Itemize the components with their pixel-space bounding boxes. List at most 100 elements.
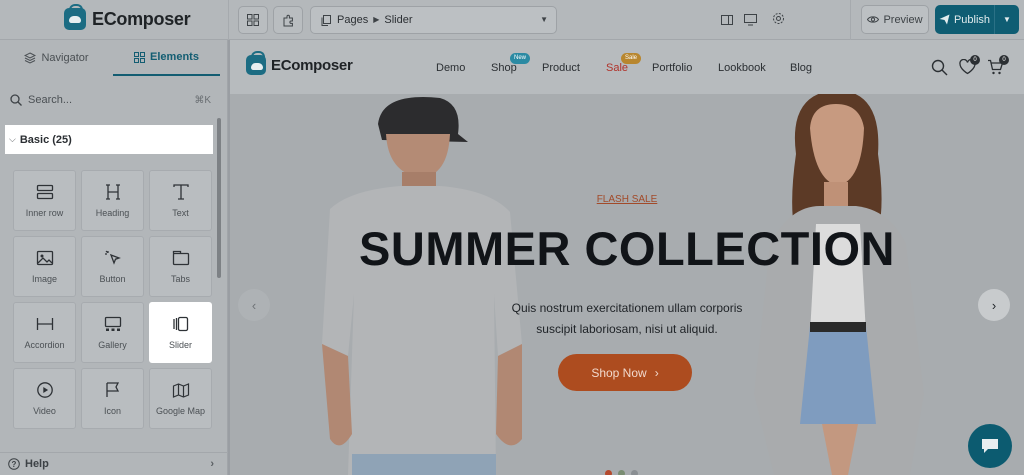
nav-lookbook[interactable]: Lookbook xyxy=(718,62,766,74)
element-text[interactable]: Text xyxy=(149,170,212,231)
element-tabs[interactable]: Tabs xyxy=(149,236,212,297)
element-video[interactable]: Video xyxy=(13,368,76,429)
element-button[interactable]: Button xyxy=(81,236,144,297)
element-gallery[interactable]: Gallery xyxy=(81,302,144,363)
cart-count: 0 xyxy=(999,55,1009,65)
nav-portfolio[interactable]: Portfolio xyxy=(652,62,692,74)
element-label: Heading xyxy=(95,208,130,218)
text-icon xyxy=(172,184,189,200)
tab-navigator[interactable]: Navigator xyxy=(0,40,113,76)
slider-dot[interactable] xyxy=(631,470,638,475)
caret-right-icon: ▶ xyxy=(373,15,380,24)
search-icon[interactable] xyxy=(931,59,948,76)
tab-elements[interactable]: Elements xyxy=(113,40,220,76)
model-woman-image xyxy=(754,94,924,475)
element-label: Image xyxy=(31,274,57,284)
extensions-button[interactable] xyxy=(273,6,303,34)
gear-icon xyxy=(773,13,784,24)
publish-button-group: Publish ▼ xyxy=(935,5,1019,34)
preview-button[interactable]: Preview xyxy=(861,5,929,34)
page-path: Pages xyxy=(337,14,369,26)
elements-sidebar: Navigator Elements Search... ⌘K ⌵ Basic … xyxy=(0,40,228,475)
slider-dots xyxy=(605,470,638,475)
category-label: Basic (25) xyxy=(19,133,72,146)
element-label: Icon xyxy=(103,406,121,416)
layout-grid-button[interactable] xyxy=(238,6,268,34)
desktop-view-button[interactable] xyxy=(744,13,757,31)
divider xyxy=(228,0,229,40)
search-shortcut: ⌘K xyxy=(194,94,211,106)
eye-icon xyxy=(867,16,880,23)
search-placeholder: Search... xyxy=(28,94,73,106)
element-heading[interactable]: Heading xyxy=(81,170,144,231)
element-label: Gallery xyxy=(98,340,127,350)
nav-product[interactable]: Product xyxy=(542,62,580,74)
nav-demo[interactable]: Demo xyxy=(436,62,465,74)
shop-now-button[interactable]: Shop Now › xyxy=(558,354,692,391)
category-basic[interactable]: ⌵ Basic (25) xyxy=(5,125,213,154)
app-name: EComposer xyxy=(92,8,191,29)
element-search[interactable]: Search... ⌘K xyxy=(10,90,215,110)
chevron-right-icon: › xyxy=(654,365,659,380)
hero-slider: FLASH SALE SUMMER COLLECTION Quis nostru… xyxy=(230,94,1024,475)
layout-side-icon xyxy=(721,15,733,25)
send-icon xyxy=(939,14,950,25)
flash-sale-label[interactable]: FLASH SALE xyxy=(230,194,1024,205)
wishlist-count: 0 xyxy=(970,55,980,65)
chevron-down-icon: ⌵ xyxy=(9,134,16,144)
slider-dot[interactable] xyxy=(605,470,612,475)
slider-dot[interactable] xyxy=(618,470,625,475)
element-icon[interactable]: Icon xyxy=(81,368,144,429)
divider xyxy=(850,0,851,40)
hero-headline: SUMMER COLLECTION xyxy=(359,222,895,275)
nav-blog[interactable]: Blog xyxy=(790,62,812,74)
publish-dropdown-button[interactable]: ▼ xyxy=(995,15,1019,24)
slider-next-button[interactable]: › xyxy=(978,289,1010,321)
element-label: Text xyxy=(172,208,189,218)
element-accordion[interactable]: Accordion xyxy=(13,302,76,363)
site-logo-text: EComposer xyxy=(271,56,353,74)
settings-button[interactable] xyxy=(772,12,785,30)
image-icon xyxy=(36,250,53,266)
layers-icon xyxy=(24,52,37,64)
pages-icon xyxy=(321,14,331,26)
element-inner-row[interactable]: Inner row xyxy=(13,170,76,231)
element-label: Inner row xyxy=(25,208,64,218)
gallery-icon xyxy=(104,316,121,331)
chat-button[interactable] xyxy=(968,424,1012,468)
publish-label: Publish xyxy=(953,13,991,26)
nav-shop[interactable]: Shop xyxy=(491,62,517,74)
slider-prev-button[interactable]: ‹ xyxy=(238,289,270,321)
page-selector[interactable]: Pages ▶ Slider ▼ xyxy=(310,6,557,34)
monitor-icon xyxy=(744,14,757,26)
sidebar-scrollbar[interactable] xyxy=(217,118,221,278)
hero-subtext-line: Quis nostrum exercitationem ullam corpor… xyxy=(511,301,743,315)
tablet-view-button[interactable] xyxy=(721,13,733,31)
video-icon xyxy=(36,382,53,398)
slider-icon xyxy=(172,316,188,332)
site-logo[interactable]: EComposer xyxy=(246,51,353,75)
hero-subtext-line: suscipit laboriosam, nisi ut aliquid. xyxy=(536,322,718,336)
publish-button[interactable]: Publish xyxy=(935,5,995,34)
button-icon xyxy=(104,250,121,265)
help-label: Help xyxy=(25,458,49,470)
element-slider[interactable]: Slider xyxy=(149,302,212,363)
chevron-down-icon: ▼ xyxy=(540,15,548,24)
help-link[interactable]: ? Help › xyxy=(0,452,228,475)
shop-now-label: Shop Now xyxy=(591,365,647,380)
element-label: Google Map xyxy=(155,406,206,416)
element-label: Accordion xyxy=(24,340,65,350)
chat-bubble-icon xyxy=(982,439,998,453)
elements-grid-icon xyxy=(134,51,146,63)
chevron-right-icon: › xyxy=(991,297,997,313)
map-icon xyxy=(172,383,189,398)
sidebar-tabs: Navigator Elements xyxy=(0,40,228,76)
tabs-icon xyxy=(172,250,189,266)
logo-bag-icon xyxy=(246,51,266,75)
top-toolbar: EComposer Pages ▶ Slider ▼ Preview Publi… xyxy=(0,0,1024,40)
element-google-map[interactable]: Google Map xyxy=(149,368,212,429)
hero-subtext: Quis nostrum exercitationem ullam corpor… xyxy=(230,298,1024,340)
preview-label: Preview xyxy=(883,13,923,26)
page-name: Slider xyxy=(384,14,413,26)
element-image[interactable]: Image xyxy=(13,236,76,297)
